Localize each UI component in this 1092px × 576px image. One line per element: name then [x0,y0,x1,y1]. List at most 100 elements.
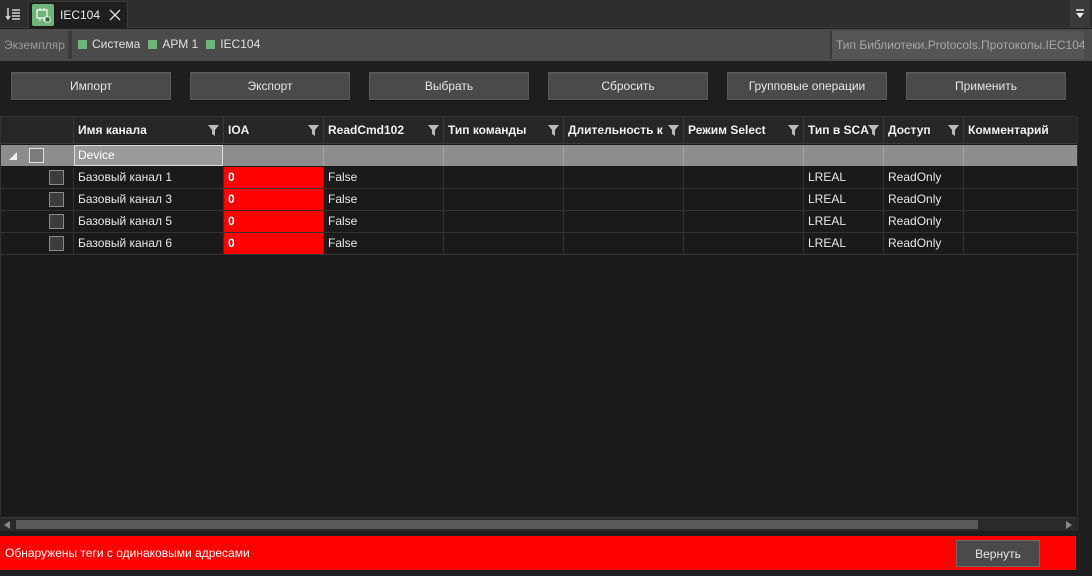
reset-button[interactable]: Сбросить [548,72,708,100]
table-row[interactable]: Базовый канал 1 0 False LREAL ReadOnly [1,167,1077,189]
select-mode-cell[interactable] [684,189,804,210]
scroll-right-icon[interactable] [1066,521,1072,529]
readcmd-cell[interactable]: False [324,167,444,188]
group-operations-button[interactable]: Групповые операции [727,72,887,100]
channel-name-cell[interactable]: Базовый канал 5 [74,211,224,232]
table-row[interactable]: Базовый канал 5 0 False LREAL ReadOnly [1,211,1077,233]
tab-iec104[interactable]: IEC104 [28,1,128,28]
column-header-access[interactable]: Доступ [884,117,964,144]
breadcrumb-divider [68,31,72,59]
row-checkbox[interactable] [49,192,64,207]
command-type-cell[interactable] [444,189,564,210]
readcmd-cell[interactable]: False [324,211,444,232]
export-button[interactable]: Экспорт [190,72,350,100]
filter-icon[interactable] [208,125,219,136]
column-header-comment[interactable]: Комментарий [964,117,1077,144]
group-checkbox[interactable] [29,148,44,163]
row-checkbox[interactable] [49,214,64,229]
access-cell[interactable]: ReadOnly [884,189,964,210]
channels-grid: Имя канала IOA ReadCmd102 Тип команды Дл… [0,116,1077,516]
header-selector [1,117,74,144]
ioa-cell[interactable]: 0 [224,211,324,232]
ioa-cell[interactable]: 0 [224,233,324,254]
channel-name-cell[interactable]: Базовый канал 1 [74,167,224,188]
column-header-ioa[interactable]: IOA [224,117,324,144]
ioa-cell[interactable]: 0 [224,189,324,210]
sca-type-cell[interactable]: LREAL [804,233,884,254]
filter-icon[interactable] [948,125,959,136]
access-cell[interactable]: ReadOnly [884,233,964,254]
select-button[interactable]: Выбрать [369,72,529,100]
access-cell[interactable]: ReadOnly [884,167,964,188]
command-type-cell[interactable] [444,233,564,254]
duration-cell[interactable] [564,167,684,188]
column-header-command-type[interactable]: Тип команды [444,117,564,144]
breadcrumb-item-iec104[interactable]: IEC104 [206,37,260,51]
channel-name-cell[interactable]: Базовый канал 6 [74,233,224,254]
vertical-scrollbar[interactable] [1077,116,1092,531]
comment-cell[interactable] [964,211,1077,232]
table-row[interactable]: Базовый канал 6 0 False LREAL ReadOnly [1,233,1077,255]
duration-cell[interactable] [564,211,684,232]
readcmd-cell[interactable]: False [324,189,444,210]
breadcrumb-item-arm[interactable]: АРМ 1 [148,37,198,51]
group-row[interactable]: Device [1,145,1077,166]
row-checkbox[interactable] [49,170,64,185]
tab-title: IEC104 [60,8,101,22]
tab-list-button[interactable] [2,3,24,25]
column-label: Доступ [888,123,931,137]
collapse-triangle-icon[interactable] [9,152,17,160]
select-mode-cell[interactable] [684,167,804,188]
duration-cell[interactable] [564,189,684,210]
filter-icon[interactable] [308,125,319,136]
column-label: Длительность к [568,123,663,137]
column-header-channel-name[interactable]: Имя канала [74,117,224,144]
column-label: Имя канала [78,123,147,137]
comment-cell[interactable] [964,233,1077,254]
apply-button[interactable]: Применить [906,72,1066,100]
breadcrumb-item-system[interactable]: Система [78,37,140,51]
toolbar: Импорт Экспорт Выбрать Сбросить Групповы… [0,62,1092,114]
filter-icon[interactable] [668,125,679,136]
scroll-left-icon[interactable] [4,521,10,529]
duration-cell[interactable] [564,233,684,254]
overflow-menu-button[interactable] [1070,0,1090,28]
channel-name-cell[interactable]: Базовый канал 3 [74,189,224,210]
group-name-field[interactable]: Device [74,145,223,166]
command-type-cell[interactable] [444,211,564,232]
sca-type-cell[interactable]: LREAL [804,189,884,210]
row-checkbox[interactable] [49,236,64,251]
group-cell [804,145,884,166]
node-square-icon [78,39,87,49]
sca-type-cell[interactable]: LREAL [804,211,884,232]
import-button[interactable]: Импорт [11,72,171,100]
row-selector-cell [1,167,74,188]
column-header-duration[interactable]: Длительность к [564,117,684,144]
horizontal-scroll-thumb[interactable] [16,520,978,529]
group-cell [684,145,804,166]
ioa-cell[interactable]: 0 [224,167,324,188]
column-label: Комментарий [968,123,1049,137]
column-header-readcmd102[interactable]: ReadCmd102 [324,117,444,144]
library-type-path[interactable]: Тип Библиотеки.Protocols.Протоколы.IEC10… [830,31,1084,59]
access-cell[interactable]: ReadOnly [884,211,964,232]
column-header-select-mode[interactable]: Режим Select [684,117,804,144]
comment-cell[interactable] [964,167,1077,188]
select-mode-cell[interactable] [684,211,804,232]
filter-icon[interactable] [788,125,799,136]
revert-button[interactable]: Вернуть [956,540,1040,567]
node-square-icon [206,39,216,49]
group-cell [324,145,444,166]
readcmd-cell[interactable]: False [324,233,444,254]
select-mode-cell[interactable] [684,233,804,254]
close-icon[interactable] [108,8,122,22]
comment-cell[interactable] [964,189,1077,210]
filter-icon[interactable] [868,125,879,136]
sca-type-cell[interactable]: LREAL [804,167,884,188]
command-type-cell[interactable] [444,167,564,188]
filter-icon[interactable] [428,125,439,136]
horizontal-scrollbar[interactable] [0,517,1076,531]
table-row[interactable]: Базовый канал 3 0 False LREAL ReadOnly [1,189,1077,211]
filter-icon[interactable] [548,125,559,136]
column-header-sca-type[interactable]: Тип в SCA [804,117,884,144]
